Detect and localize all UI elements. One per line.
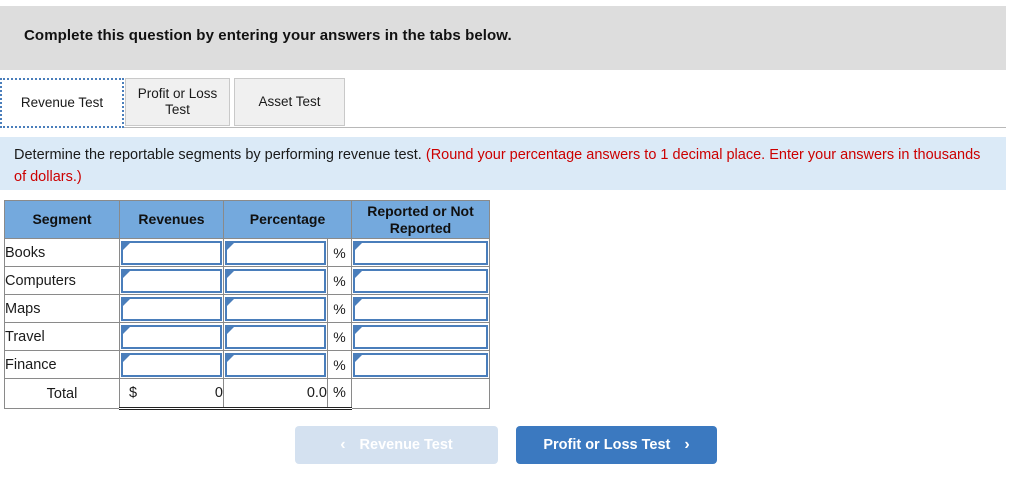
table-row: Books % [4,238,490,267]
input-cell-books-revenues[interactable] [119,238,224,267]
total-label: Total [4,378,120,409]
books-percentage-input[interactable] [225,240,326,265]
total-percent-sign: % [327,378,352,410]
total-revenues-cell: $ 0 [119,378,224,410]
tab-asset-test[interactable]: Asset Test [234,78,345,126]
chevron-left-icon: ‹ [340,436,346,453]
maps-percentage-input[interactable] [225,296,326,321]
input-cell-travel-revenues[interactable] [119,322,224,351]
row-label-finance: Finance [4,350,120,379]
finance-percentage-input[interactable] [225,352,326,377]
books-percent-sign: % [327,238,352,267]
total-reported-cell [351,378,490,409]
row-label-maps: Maps [4,294,120,323]
finance-percent-sign: % [327,350,352,379]
table-row: Travel % [4,322,490,351]
revenue-test-table: Segment Revenues Percentage Reported or … [4,200,490,410]
finance-reported-input[interactable] [353,352,488,377]
next-button-label: Profit or Loss Test [543,437,671,453]
input-cell-maps-percentage[interactable] [223,294,328,323]
prev-button-label: Revenue Test [359,437,453,453]
computers-reported-input[interactable] [353,268,488,293]
row-label-computers: Computers [4,266,120,295]
prev-revenue-test-button[interactable]: ‹ Revenue Test [295,426,498,464]
table-row: Computers % [4,266,490,295]
currency-symbol: $ [129,385,138,401]
table-header-row: Segment Revenues Percentage Reported or … [4,200,490,239]
column-header-segment: Segment [4,200,120,239]
tab-revenue-test-label: Revenue Test [20,95,104,111]
column-header-percentage: Percentage [223,200,352,239]
next-profit-or-loss-test-button[interactable]: Profit or Loss Test › [516,426,717,464]
books-revenues-input[interactable] [121,240,222,265]
maps-reported-input[interactable] [353,296,488,321]
tab-profit-or-loss-test[interactable]: Profit or Loss Test [125,78,230,126]
tab-profit-or-loss-test-label: Profit or Loss Test [137,86,218,117]
input-cell-travel-percentage[interactable] [223,322,328,351]
input-cell-finance-reported[interactable] [351,350,490,379]
travel-reported-input[interactable] [353,324,488,349]
table-row: Maps % [4,294,490,323]
column-header-reported-or-not-reported: Reported or Not Reported [351,200,490,239]
input-cell-computers-percentage[interactable] [223,266,328,295]
question-panel: Complete this question by entering your … [0,0,1024,500]
computers-percent-sign: % [327,266,352,295]
input-cell-computers-revenues[interactable] [119,266,224,295]
instruction-main-text: Determine the reportable segments by per… [14,147,422,163]
computers-percentage-input[interactable] [225,268,326,293]
travel-percentage-input[interactable] [225,324,326,349]
books-reported-input[interactable] [353,240,488,265]
computers-revenues-input[interactable] [121,268,222,293]
banner-instruction-text: Complete this question by entering your … [24,27,512,44]
table-row: Finance % [4,350,490,379]
tab-asset-test-label: Asset Test [258,94,321,110]
maps-revenues-input[interactable] [121,296,222,321]
input-cell-maps-revenues[interactable] [119,294,224,323]
input-cell-travel-reported[interactable] [351,322,490,351]
chevron-right-icon: › [684,436,690,453]
tab-revenue-test[interactable]: Revenue Test [0,78,124,128]
input-cell-computers-reported[interactable] [351,266,490,295]
row-label-travel: Travel [4,322,120,351]
input-cell-books-reported[interactable] [351,238,490,267]
input-cell-books-percentage[interactable] [223,238,328,267]
tab-strip: Revenue Test Profit or Loss Test Asset T… [0,78,1006,128]
instruction-band: Determine the reportable segments by per… [0,137,1006,190]
input-cell-finance-percentage[interactable] [223,350,328,379]
column-header-revenues: Revenues [119,200,224,239]
input-cell-finance-revenues[interactable] [119,350,224,379]
finance-revenues-input[interactable] [121,352,222,377]
tab-strip-divider [0,127,1006,128]
travel-revenues-input[interactable] [121,324,222,349]
table-total-row: Total $ 0 0.0 % [4,378,490,410]
travel-percent-sign: % [327,322,352,351]
total-percentage-value: 0.0 [223,378,328,410]
input-cell-maps-reported[interactable] [351,294,490,323]
total-revenues-value: 0 [214,385,223,401]
maps-percent-sign: % [327,294,352,323]
question-banner: Complete this question by entering your … [0,6,1006,70]
row-label-books: Books [4,238,120,267]
